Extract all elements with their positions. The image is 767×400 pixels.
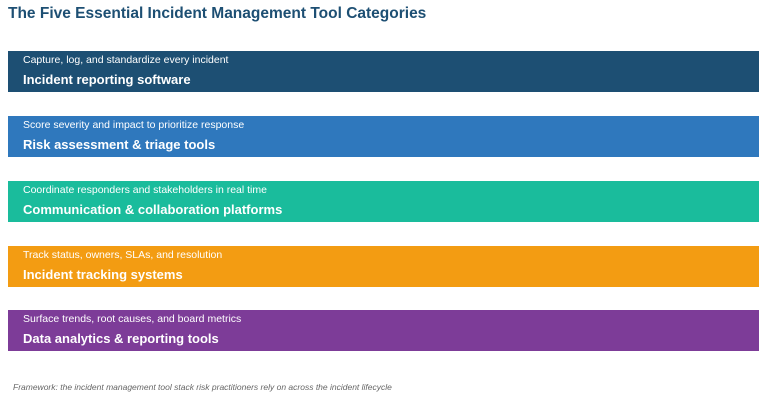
footnote: Framework: the incident management tool …: [13, 382, 392, 392]
category-description: Surface trends, root causes, and board m…: [23, 313, 242, 325]
diagram-title: The Five Essential Incident Management T…: [8, 5, 427, 22]
category-description: Coordinate responders and stakeholders i…: [23, 184, 267, 196]
category-name: Communication & collaboration platforms: [23, 202, 283, 217]
category-communication: Coordinate responders and stakeholders i…: [8, 181, 759, 222]
category-data-analytics: Surface trends, root causes, and board m…: [8, 310, 759, 351]
category-name: Incident reporting software: [23, 72, 191, 87]
category-risk-assessment: Score severity and impact to prioritize …: [8, 116, 759, 157]
category-name: Risk assessment & triage tools: [23, 137, 216, 152]
category-description: Capture, log, and standardize every inci…: [23, 54, 229, 66]
category-incident-tracking: Track status, owners, SLAs, and resoluti…: [8, 246, 759, 287]
category-name: Data analytics & reporting tools: [23, 331, 219, 346]
page: The Five Essential Incident Management T…: [0, 0, 767, 400]
category-name: Incident tracking systems: [23, 267, 183, 282]
category-description: Score severity and impact to prioritize …: [23, 119, 245, 131]
category-incident-reporting: Capture, log, and standardize every inci…: [8, 51, 759, 92]
category-description: Track status, owners, SLAs, and resoluti…: [23, 249, 223, 261]
